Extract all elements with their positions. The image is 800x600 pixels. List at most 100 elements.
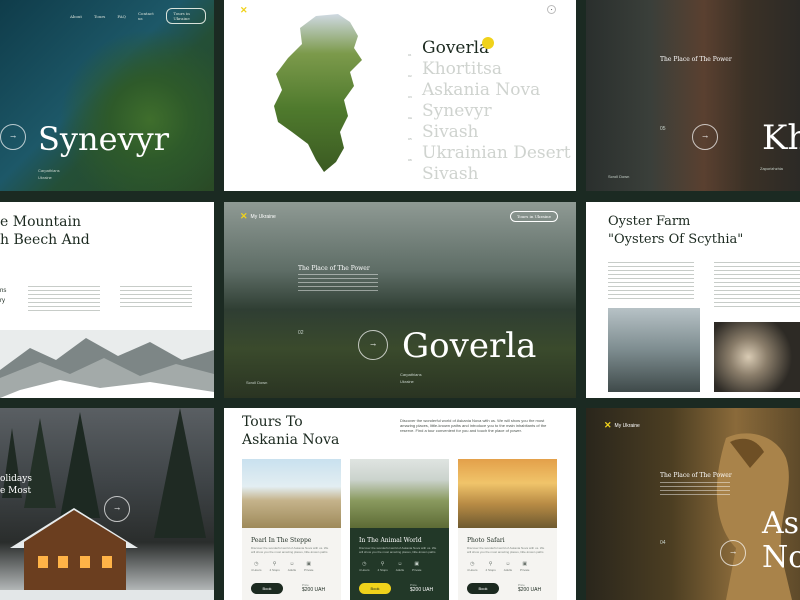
- snowy-mountains-image: [0, 330, 214, 398]
- tour-card[interactable]: In The Animal World Discover the wonderf…: [350, 459, 449, 600]
- person-icon: ☺: [289, 561, 295, 567]
- nav-tours[interactable]: Tours: [94, 14, 105, 19]
- lock-icon: ▣: [306, 561, 312, 567]
- place-item[interactable]: 04 Synevyr: [408, 101, 571, 122]
- place-item[interactable]: 05 Sivash: [408, 122, 571, 143]
- antelopes-photo: [242, 459, 341, 528]
- goverla-hero: ✕ My Ukraine Tours in Ukraine The Place o…: [224, 202, 576, 398]
- clock-icon: ◷: [362, 561, 367, 567]
- cliffs-preview: The Place of The Power 05 → Kh Zaporizhz…: [586, 0, 800, 191]
- next-arrow-icon[interactable]: →: [720, 540, 746, 566]
- tour-card[interactable]: Pearl In The Steppe Discover the wonderf…: [242, 459, 341, 600]
- cabin-preview: olidays e Most →: [0, 408, 214, 600]
- oyster-article: Oyster Farm "Oysters Of Scythia": [586, 202, 800, 398]
- age-stat: ☺ Adults: [504, 561, 512, 572]
- tours-page: Tours To Askania Nova Discover the wonde…: [224, 408, 576, 600]
- region-map: [274, 14, 362, 172]
- oysters-photo: [714, 322, 800, 392]
- place-label: Goverla: [422, 38, 490, 58]
- paragraph-placeholder: [120, 286, 192, 308]
- stat-label: 4 Hours: [359, 568, 370, 572]
- place-item[interactable]: 01 Goverla: [408, 37, 571, 59]
- stops-stat: ⚲ 4 Stops: [486, 561, 496, 572]
- nav-contact[interactable]: Contact us: [138, 11, 154, 21]
- price-value: $200 UAH: [518, 587, 542, 593]
- heading-line-1: olidays: [0, 474, 33, 484]
- place-title: Goverla: [402, 326, 537, 366]
- stops-stat: ⚲ 4 Stops: [270, 561, 280, 572]
- next-arrow-icon[interactable]: →: [358, 330, 388, 360]
- caption: Zaporizhzhia: [760, 166, 783, 171]
- place-number: 05: [408, 137, 412, 141]
- logo[interactable]: ✕ My Ukraine: [604, 420, 640, 431]
- tour-description: Discover the wonderful world of Askania …: [359, 547, 439, 555]
- stat-label: 4 Stops: [485, 568, 496, 572]
- book-button[interactable]: Book: [251, 583, 283, 594]
- next-arrow-icon[interactable]: →: [104, 496, 130, 522]
- price-value: $200 UAH: [410, 587, 434, 593]
- place-number: 03: [408, 95, 412, 99]
- slide-index: 04: [660, 540, 666, 546]
- price: Price $200 UAH: [518, 583, 541, 593]
- place-label: Sivash: [422, 164, 479, 184]
- side-label: ns: [0, 288, 7, 294]
- logo[interactable]: ✕: [240, 5, 248, 16]
- intro-text: Discover the wonderful world of Askania …: [400, 418, 547, 434]
- tour-name: Pearl In The Steppe: [251, 537, 312, 544]
- caption-sub: Ukraine: [400, 379, 414, 384]
- menu-icon[interactable]: •: [547, 5, 556, 14]
- stat-label: 4 Hours: [251, 568, 262, 572]
- tour-description: Discover the wonderful world of Askania …: [251, 547, 331, 555]
- caption: Carpathians: [38, 168, 60, 173]
- places-list-page: ✕ • 01 Goverla 02 Khortitsa 03 Askania Nova…: [224, 0, 576, 191]
- next-arrow-icon[interactable]: →: [0, 124, 26, 150]
- synevyr-preview: About Tours FAQ Contact us Tours in Ukra…: [0, 0, 214, 191]
- place-label: Sivash: [422, 122, 479, 142]
- next-arrow-icon[interactable]: →: [692, 124, 718, 150]
- nav-faq[interactable]: FAQ: [117, 14, 126, 19]
- lock-icon: ▣: [414, 561, 420, 567]
- tour-card[interactable]: Photo Safari Discover the wonderful worl…: [458, 459, 557, 600]
- tours-button[interactable]: Tours in Ukraine: [166, 8, 206, 24]
- paragraph-placeholder: [660, 482, 730, 496]
- price: Price $200 UAH: [410, 583, 433, 593]
- place-label: Ukrainian Desert: [422, 143, 571, 163]
- place-title-line-2: No: [762, 540, 800, 575]
- place-item[interactable]: Sivash: [422, 164, 571, 185]
- place-item[interactable]: 03 Askania Nova: [408, 80, 571, 101]
- clock-icon: ◷: [470, 561, 475, 567]
- place-item[interactable]: 06 Ukrainian Desert: [408, 143, 571, 164]
- scroll-down[interactable]: Scroll Down: [246, 380, 267, 385]
- scroll-down[interactable]: Scroll Down: [608, 174, 629, 179]
- side-label: ry: [0, 298, 5, 304]
- pier-photo: [608, 308, 700, 392]
- lock-icon: ▣: [522, 561, 528, 567]
- pin-icon: ⚲: [272, 561, 277, 567]
- book-button[interactable]: Book: [359, 583, 391, 594]
- pin-icon: ⚲: [380, 561, 385, 567]
- slide-index: 05: [660, 126, 666, 132]
- book-button[interactable]: Book: [467, 583, 499, 594]
- subtitle: The Place of The Power: [298, 265, 370, 272]
- caption: Carpathians: [400, 372, 422, 377]
- price: Price $200 UAH: [302, 583, 325, 593]
- place-title-line-1: As: [762, 506, 800, 541]
- tour-name: In The Animal World: [359, 537, 422, 544]
- horses-photo: [350, 459, 449, 528]
- place-item[interactable]: 02 Khortitsa: [408, 59, 571, 80]
- stat-label: Private: [412, 568, 422, 572]
- logo[interactable]: ✕ My Ukraine: [240, 211, 276, 222]
- stops-stat: ⚲ 4 Stops: [378, 561, 388, 572]
- top-nav: About Tours FAQ Contact us Tours in Ukra…: [70, 8, 206, 24]
- logo-icon: ✕: [240, 211, 248, 221]
- nav-about[interactable]: About: [70, 14, 82, 19]
- type-stat: ▣ Private: [412, 561, 421, 572]
- tour-stats: ◷ 4 Hours ⚲ 4 Stops ☺ Adults ▣ Private: [467, 561, 529, 572]
- tours-button[interactable]: Tours in Ukraine: [509, 211, 558, 222]
- tour-description: Discover the wonderful world of Askania …: [467, 547, 547, 555]
- duration-stat: ◷ 4 Hours: [251, 561, 262, 572]
- age-stat: ☺ Adults: [288, 561, 296, 572]
- stat-label: 4 Hours: [467, 568, 478, 572]
- logo-text: My Ukraine: [250, 213, 276, 220]
- logo-icon: ✕: [604, 420, 612, 430]
